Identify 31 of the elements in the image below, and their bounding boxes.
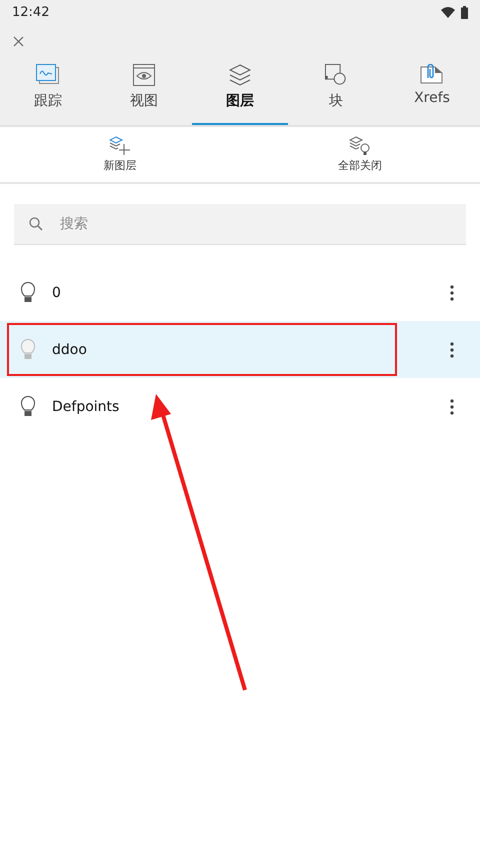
- eye-icon: [133, 64, 155, 86]
- block-icon: [324, 64, 348, 86]
- more-icon[interactable]: [450, 398, 454, 414]
- action-button[interactable]: 全部关闭: [240, 127, 480, 182]
- close-icon[interactable]: [13, 36, 24, 46]
- paperclip-document-icon: [420, 64, 444, 84]
- search-icon: [29, 217, 43, 231]
- layers-bulb-icon: [349, 136, 371, 156]
- tab[interactable]: 跟踪: [0, 58, 96, 125]
- status-time: 12:42: [12, 4, 50, 20]
- tab[interactable]: Xrefs: [384, 58, 480, 125]
- layer-name: ddoo: [52, 342, 87, 358]
- tab[interactable]: 图层: [192, 58, 288, 125]
- more-icon[interactable]: [450, 342, 454, 358]
- layer-row[interactable]: Defpoints: [0, 378, 480, 435]
- layer-row[interactable]: 0: [0, 264, 480, 321]
- action-button[interactable]: 新图层: [0, 127, 240, 182]
- wifi-icon: [441, 6, 455, 18]
- layer-row[interactable]: ddoo: [0, 321, 480, 378]
- add-layer-icon: [109, 136, 131, 156]
- search-field[interactable]: 搜索: [14, 204, 466, 245]
- lightbulb-icon[interactable]: [21, 396, 35, 417]
- trace-icon: [36, 64, 60, 86]
- tab[interactable]: 块: [288, 58, 384, 125]
- battery-icon: [461, 6, 468, 18]
- lightbulb-icon[interactable]: [21, 282, 35, 303]
- layer-name: Defpoints: [52, 398, 120, 414]
- layers-icon: [229, 64, 251, 86]
- tab[interactable]: 视图: [96, 58, 192, 125]
- more-icon[interactable]: [450, 284, 454, 300]
- layer-name: 0: [52, 284, 61, 300]
